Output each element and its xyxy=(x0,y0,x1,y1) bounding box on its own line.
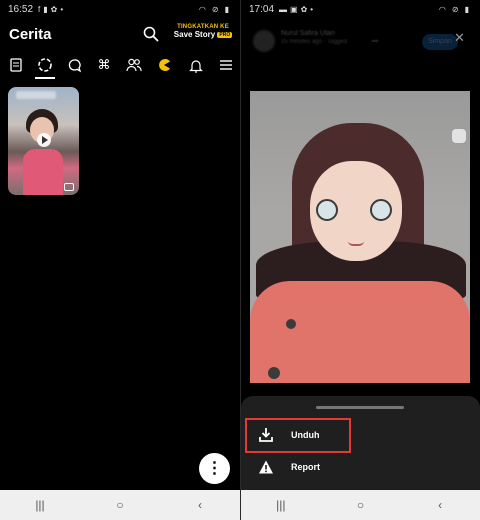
people-icon xyxy=(126,58,142,72)
settings-icon: ✿ xyxy=(50,4,58,14)
poster-name: Nurul Safira Utari xyxy=(281,30,335,37)
avatar[interactable] xyxy=(253,30,275,52)
recent-apps-button[interactable]: ||| xyxy=(261,495,301,515)
download-label: Unduh xyxy=(291,430,320,440)
status-bar: 17:04 ▬ ▣ ✿ • ◠ ⊘ ▮ xyxy=(241,0,480,18)
chat-bubble-icon xyxy=(68,58,81,72)
command-icon: ⌘ xyxy=(97,57,111,72)
settings-icon: ✿ xyxy=(300,4,308,14)
stories-screen: 16:52 f ▮ ✿ • ◠ ⊘ ▮ Cerita TINGKATKAN KE… xyxy=(0,0,240,490)
upgrade-product-name: Save Story xyxy=(173,30,216,39)
page-title: Cerita xyxy=(9,26,52,43)
tab-notifications[interactable] xyxy=(186,55,206,75)
illustration-eye-left xyxy=(316,199,338,221)
dot-icon: • xyxy=(310,4,314,14)
tab-people[interactable] xyxy=(124,55,144,75)
pacman-icon xyxy=(159,59,170,71)
dnd-icon: ⊘ xyxy=(451,4,459,14)
upgrade-product: Save Story PRO xyxy=(170,30,236,39)
search-icon[interactable] xyxy=(143,26,159,42)
sheet-handle[interactable] xyxy=(316,406,404,409)
bottom-sheet: Unduh Report xyxy=(241,396,480,490)
hamburger-icon xyxy=(220,60,232,70)
download-menu-item[interactable]: Unduh xyxy=(241,420,480,450)
share-icon[interactable]: ➦ xyxy=(371,36,379,47)
battery-icon: ▮ xyxy=(224,4,229,14)
illustration-button xyxy=(268,367,280,379)
story-viewer-screen: 17:04 ▬ ▣ ✿ • ◠ ⊘ ▮ Nurul Safira Utari 2… xyxy=(241,0,480,490)
tab-menu[interactable] xyxy=(216,55,236,75)
more-vertical-icon: ⋮ xyxy=(206,459,223,477)
tab-status[interactable] xyxy=(35,55,55,79)
more-options-button[interactable]: ⋮ xyxy=(199,453,230,484)
report-menu-item[interactable]: Report xyxy=(241,452,480,482)
thumbnail-body xyxy=(23,149,63,195)
poster-subtitle: 25 minutes ago · Tagged xyxy=(281,39,347,45)
status-time: 17:04 xyxy=(249,3,275,15)
home-button[interactable]: ○ xyxy=(340,495,380,515)
system-nav-bar: ||| ○ ‹ xyxy=(241,490,480,520)
warning-icon xyxy=(259,460,273,474)
download-icon xyxy=(259,428,273,442)
story-image xyxy=(250,91,470,383)
illustration-body xyxy=(250,281,470,383)
notification-icon: ▮ xyxy=(43,4,48,14)
status-bar: 16:52 f ▮ ✿ • ◠ ⊘ ▮ xyxy=(0,0,240,18)
upgrade-pro-button[interactable]: TINGKATKAN KE Save Story PRO xyxy=(170,24,236,39)
bell-icon xyxy=(189,59,203,73)
facebook-icon: f xyxy=(38,4,41,14)
tab-shortcuts[interactable]: ⌘ xyxy=(94,55,114,75)
wifi-icon: ◠ xyxy=(198,4,206,14)
tab-bar: ⌘ xyxy=(0,55,240,79)
video-icon xyxy=(64,183,74,191)
status-time: 16:52 xyxy=(8,3,34,15)
status-ring-icon xyxy=(38,58,52,72)
camera-icon[interactable] xyxy=(452,129,466,143)
home-button[interactable]: ○ xyxy=(100,495,140,515)
image-icon: ▣ xyxy=(290,4,298,14)
recent-apps-button[interactable]: ||| xyxy=(20,495,60,515)
battery-icon: ▮ xyxy=(464,4,469,14)
viewer-header: Nurul Safira Utari 25 minutes ago · Tagg… xyxy=(241,26,480,66)
illustration-button xyxy=(286,319,296,329)
illustration-eye-right xyxy=(370,199,392,221)
back-button[interactable]: ‹ xyxy=(420,495,460,515)
message-icon: ▬ xyxy=(279,4,288,14)
document-icon xyxy=(10,58,22,72)
tab-stories[interactable] xyxy=(6,55,26,75)
wifi-icon: ◠ xyxy=(438,4,446,14)
illustration-mouth xyxy=(348,241,364,246)
report-label: Report xyxy=(291,462,320,472)
save-button[interactable]: Simpan xyxy=(422,34,458,50)
blurred-username xyxy=(16,91,56,99)
close-icon[interactable]: ✕ xyxy=(454,30,465,46)
system-nav-bar: ||| ○ ‹ xyxy=(0,490,240,520)
back-button[interactable]: ‹ xyxy=(180,495,220,515)
dot-icon: • xyxy=(60,4,64,14)
pro-badge: PRO xyxy=(217,31,233,38)
story-thumbnail[interactable] xyxy=(8,87,79,195)
play-icon xyxy=(37,133,51,147)
tab-pacman[interactable] xyxy=(154,55,174,75)
tab-chat[interactable] xyxy=(64,55,84,75)
dnd-icon: ⊘ xyxy=(211,4,219,14)
